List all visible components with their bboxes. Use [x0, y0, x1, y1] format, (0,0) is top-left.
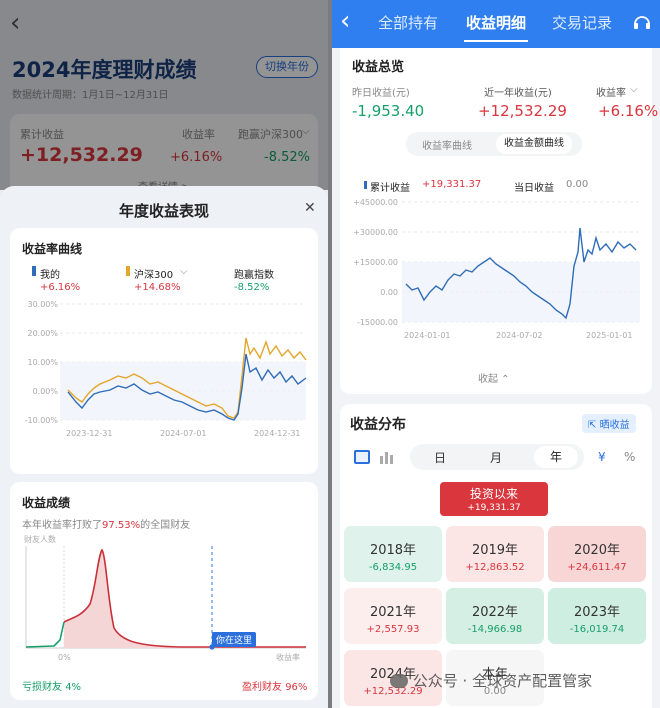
overlay-dim[interactable]: [0, 0, 328, 190]
calendar-view-icon[interactable]: [354, 450, 370, 464]
since-value: +19,331.37: [467, 503, 521, 513]
back-icon[interactable]: ‹: [340, 6, 350, 36]
dist-title: 收益分布: [350, 417, 406, 433]
share-icon: ⇱: [588, 420, 597, 431]
y-tick: 0.00%: [33, 387, 59, 396]
y-tick: 20.00%: [27, 329, 58, 338]
you-are-here-tag: 你在这里: [212, 632, 257, 647]
x-tick: 2024-07-02: [496, 331, 543, 340]
year-tile-2021[interactable]: 2021年 +2,557.93: [344, 588, 442, 644]
x-tick: 2025-01-01: [586, 331, 633, 340]
year-tile-2023[interactable]: 2023年 -16,019.74: [548, 588, 646, 644]
rate-label[interactable]: 收益率: [596, 84, 626, 99]
return-rate-chart: 30.00% 20.00% 10.00% 0.00% -10.00% 2023-…: [25, 300, 307, 438]
tab-trade-records[interactable]: 交易记录: [552, 12, 612, 33]
dist-x-label: 收益率: [276, 652, 300, 662]
right-panel: ‹ 全部持有 收益明细 交易记录 收益总览 昨日收益(元) -1,953.40 …: [332, 0, 660, 708]
period-toggle: 日 月 年: [410, 444, 584, 470]
loss-stat: 亏损财友 4%: [22, 682, 82, 693]
legend-outperform-value: -8.52%: [234, 282, 270, 293]
yesterday-value: -1,953.40: [352, 102, 425, 120]
curve-toggle: 收益率曲线 收益金额曲线: [406, 132, 582, 156]
x-tick: 2023-12-31: [66, 429, 113, 438]
share-income-button[interactable]: ⇱ 晒收益: [582, 414, 636, 433]
legend-index-value: +14.68%: [134, 282, 181, 293]
legend-mine-value: +6.16%: [40, 282, 81, 293]
curve-title: 收益率曲线: [22, 242, 83, 256]
rate-value: +6.16%: [598, 102, 659, 120]
curve-card: 收益率曲线 我的 +6.16% 沪深300 ⌵ +14.68% 跑赢指数 -8.…: [10, 228, 318, 474]
legend-outperform-label: 跑赢指数: [234, 270, 274, 281]
y-tick: +15000.00: [353, 258, 398, 267]
year-tile-2022[interactable]: 2022年 -14,966.98: [446, 588, 544, 644]
legend-cum-swatch: [364, 181, 367, 189]
top-tabbar: ‹ 全部持有 收益明细 交易记录: [332, 0, 660, 48]
left-panel: ‹ 2024年度理财成绩 切换年份 数据统计周期：1月1日~12月31日 累计收…: [0, 0, 328, 708]
y-tick: -10.00%: [25, 416, 59, 425]
watermark: 公众号 · 全球资产配置管家: [390, 670, 592, 691]
period-day[interactable]: 日: [434, 449, 446, 466]
dist-y-label: 财友人数: [24, 534, 56, 544]
sheet-title: 年度收益表现: [118, 202, 209, 220]
distribution-card: 收益分布 ⇱ 晒收益 日 月 年 ¥ % 投资以来 +19,331.37 201…: [340, 404, 652, 708]
collapse-link[interactable]: 收起 ⌃: [478, 370, 510, 385]
y-tick: 0.00: [380, 288, 398, 297]
result-card: 收益成绩 本年收益率打败了97.53%的全国财友 财友人数 0% 收益率 你在这…: [10, 482, 318, 700]
unit-yuan-toggle[interactable]: ¥: [598, 450, 606, 464]
close-icon[interactable]: ✕: [304, 200, 316, 216]
headset-icon[interactable]: [632, 12, 652, 32]
y-tick: -15000.00: [357, 318, 398, 327]
result-desc: 本年收益率打败了97.53%的全国财友: [22, 520, 191, 531]
since-label: 投资以来: [469, 487, 518, 501]
since-investing-tile[interactable]: 投资以来 +19,331.37: [440, 482, 548, 516]
dist-x-zero: 0%: [58, 653, 71, 662]
x-tick: 2024-12-31: [254, 429, 301, 438]
today-value: 0.00: [566, 179, 589, 190]
year-income-value: +12,532.29: [478, 102, 567, 120]
tab-income-detail[interactable]: 收益明细: [466, 12, 526, 33]
bottom-sheet: 年度收益表现 ✕ 收益率曲线 我的 +6.16% 沪深300 ⌵ +14.68%…: [0, 186, 328, 708]
period-year[interactable]: 年: [534, 446, 578, 468]
year-tile-2018[interactable]: 2018年 -6,834.95: [344, 526, 442, 582]
legend-index-swatch: [126, 266, 130, 276]
year-income-label: 近一年收益(元): [484, 88, 552, 99]
x-tick: 2024-01-01: [404, 331, 451, 340]
yesterday-label: 昨日收益(元): [352, 88, 410, 99]
chevron-down-icon[interactable]: ⌵: [180, 266, 188, 277]
y-tick: 10.00%: [27, 358, 58, 367]
unit-pct-toggle[interactable]: %: [624, 450, 635, 464]
y-tick: 30.00%: [27, 300, 58, 309]
overview-title: 收益总览: [352, 60, 405, 75]
tab-holdings[interactable]: 全部持有: [378, 12, 438, 33]
year-tile-2019[interactable]: 2019年 +12,863.52: [446, 526, 544, 582]
toggle-rate-curve[interactable]: 收益率曲线: [422, 137, 472, 152]
toggle-amount-curve[interactable]: 收益金额曲线: [496, 134, 572, 154]
legend-mine-swatch: [32, 266, 36, 276]
bar-view-icon[interactable]: [380, 450, 394, 464]
result-title: 收益成绩: [22, 496, 71, 510]
dist-fill: [64, 550, 306, 648]
legend-cum-value: +19,331.37: [422, 179, 482, 190]
year-tile-2020[interactable]: 2020年 +24,611.47: [548, 526, 646, 582]
legend-index-label[interactable]: 沪深300: [134, 266, 173, 281]
chevron-down-icon[interactable]: ⌵: [630, 84, 638, 95]
amount-curve-chart: +45000.00 +30000.00 +15000.00 0.00 -1500…: [353, 198, 640, 340]
y-tick: +30000.00: [353, 228, 398, 237]
active-tab-indicator: [464, 40, 528, 42]
wechat-icon: [390, 674, 408, 688]
legend-mine-label: 我的: [40, 270, 60, 281]
y-tick: +45000.00: [353, 198, 398, 207]
overview-card: 收益总览 昨日收益(元) -1,953.40 近一年收益(元) +12,532.…: [340, 48, 658, 394]
distribution-chart: 财友人数 0% 收益率: [24, 534, 306, 662]
profit-stat: 盈利财友 96%: [242, 682, 308, 693]
x-tick: 2024-07-01: [160, 429, 207, 438]
loss-curve: [25, 621, 65, 648]
period-month[interactable]: 月: [490, 449, 502, 466]
